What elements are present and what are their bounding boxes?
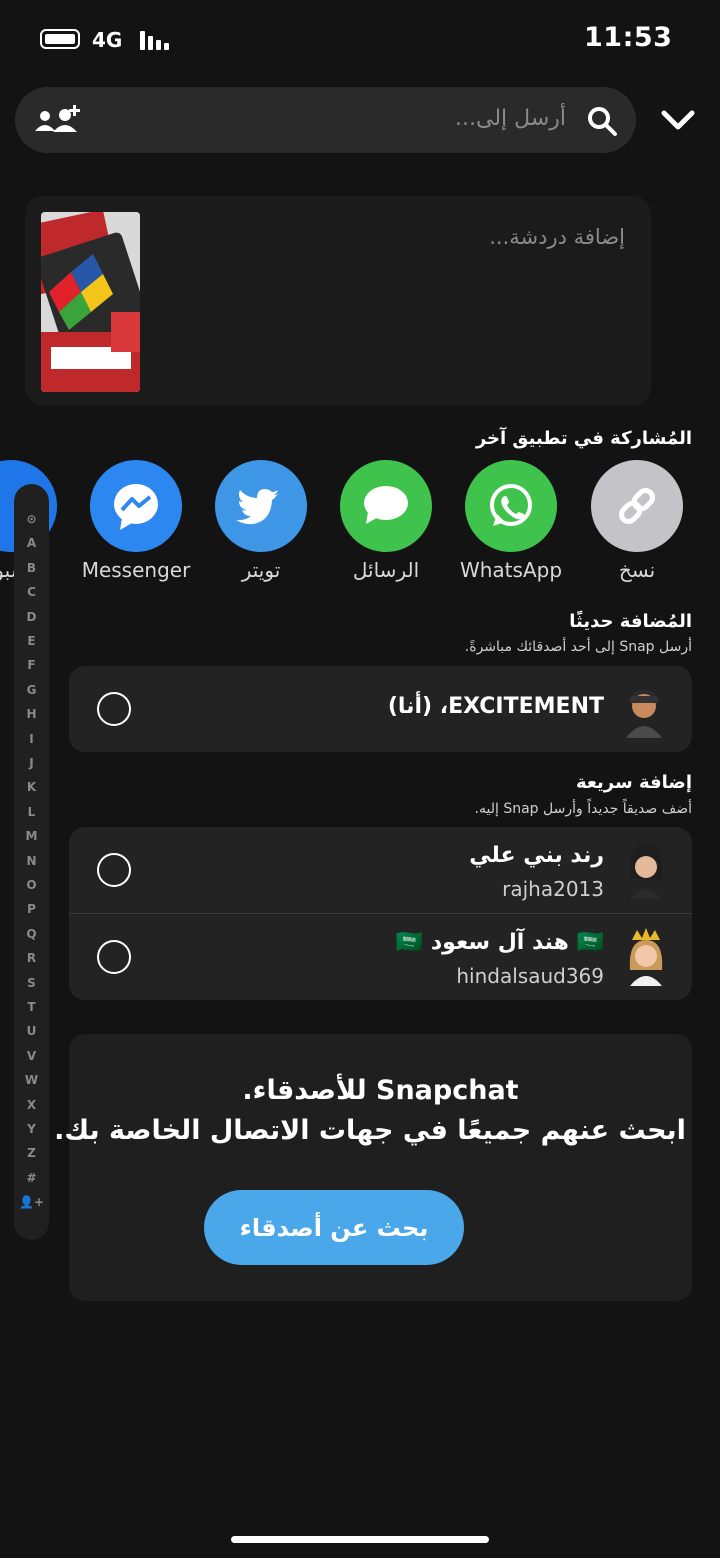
- share-messages[interactable]: الرسائل: [340, 460, 456, 582]
- share-messenger-label: Messenger: [81, 558, 191, 582]
- alphabet-index-letter[interactable]: W: [14, 1073, 49, 1087]
- alphabet-index-letter[interactable]: I: [14, 732, 49, 746]
- list-item[interactable]: 🇸🇦 هند آل سعود 🇸🇦 hindalsaud369: [69, 914, 692, 1000]
- snap-thumbnail[interactable]: [41, 212, 140, 392]
- quick-add-card: رند بني علي rajha2013 🇸🇦 هند آل سعود 🇸🇦 …: [69, 827, 692, 1000]
- share-whatsapp-label: WhatsApp: [459, 558, 563, 582]
- alphabet-index-letter[interactable]: R: [14, 951, 49, 965]
- alphabet-index-letter[interactable]: S: [14, 976, 49, 990]
- share-twitter[interactable]: تويتر: [215, 460, 331, 582]
- bitmoji-avatar: [629, 843, 663, 899]
- alphabet-index-letter[interactable]: G: [14, 683, 49, 697]
- alphabet-index-letter[interactable]: D: [14, 610, 49, 624]
- friend-name: رند بني علي: [469, 843, 604, 868]
- alphabet-index-letter[interactable]: E: [14, 634, 49, 648]
- alphabet-index-letter[interactable]: ⊙: [14, 512, 49, 526]
- friend-username: hindalsaud369: [456, 964, 604, 988]
- share-messages-label: الرسائل: [352, 558, 420, 582]
- alphabet-index-letter[interactable]: O: [14, 878, 49, 892]
- home-indicator[interactable]: [231, 1536, 489, 1543]
- alphabet-index-letter[interactable]: K: [14, 780, 49, 794]
- friend-name: EXCITEMENT، (أنا): [387, 694, 604, 719]
- share-whatsapp[interactable]: WhatsApp: [460, 460, 581, 582]
- list-item[interactable]: رند بني علي rajha2013: [69, 827, 692, 913]
- find-friends-line1: Snapchat للأصدقاء.: [242, 1075, 519, 1106]
- alphabet-index-letter[interactable]: J: [14, 756, 49, 770]
- search-input[interactable]: أرسل إلى...: [455, 106, 566, 131]
- alphabet-index-letter[interactable]: L: [14, 805, 49, 819]
- share-title: المُشاركة في تطبيق آخر: [475, 428, 692, 449]
- messages-icon: [340, 460, 432, 552]
- alphabet-index-letter[interactable]: M: [14, 829, 49, 843]
- search-bar[interactable]: أرسل إلى...: [15, 87, 636, 153]
- bitmoji-avatar: [629, 928, 663, 986]
- alphabet-index-letter[interactable]: F: [14, 658, 49, 672]
- find-friends-button[interactable]: بحث عن أصدقاء: [204, 1190, 464, 1265]
- alphabet-index-letter[interactable]: P: [14, 902, 49, 916]
- network-type: 4G: [92, 28, 123, 52]
- alphabet-index-letter[interactable]: U: [14, 1024, 49, 1038]
- share-twitter-label: تويتر: [241, 558, 281, 582]
- alphabet-index-letter[interactable]: H: [14, 707, 49, 721]
- chevron-down-icon[interactable]: [658, 100, 698, 140]
- alphabet-index-letter[interactable]: V: [14, 1049, 49, 1063]
- alphabet-index-letter[interactable]: A: [14, 536, 49, 550]
- alphabet-index-letter[interactable]: T: [14, 1000, 49, 1014]
- link-icon: [591, 460, 683, 552]
- recently-added-title: المُضافة حديثًا: [569, 611, 692, 632]
- quick-add-title: إضافة سريعة: [575, 772, 692, 793]
- messenger-icon: [90, 460, 182, 552]
- select-radio[interactable]: [97, 940, 131, 974]
- select-radio[interactable]: [97, 692, 131, 726]
- alphabet-index-letter[interactable]: Z: [14, 1146, 49, 1160]
- signal-icon: [140, 31, 170, 50]
- alphabet-index-letter[interactable]: N: [14, 854, 49, 868]
- alphabet-index-letter[interactable]: C: [14, 585, 49, 599]
- recently-added-card: EXCITEMENT، (أنا): [69, 666, 692, 752]
- alphabet-index-letter[interactable]: 👤+: [14, 1195, 49, 1209]
- alphabet-index-letter[interactable]: X: [14, 1098, 49, 1112]
- whatsapp-icon: [465, 460, 557, 552]
- share-copy-label: نسخ: [618, 558, 656, 582]
- status-time: 11:53: [584, 22, 673, 53]
- chat-input[interactable]: إضافة دردشة...: [489, 225, 625, 249]
- alphabet-index-letter[interactable]: Q: [14, 927, 49, 941]
- find-friends-line2: ابحث عنهم جميعًا في جهات الاتصال الخاصة …: [54, 1115, 686, 1146]
- alphabet-index-letter[interactable]: #: [14, 1171, 49, 1185]
- battery-icon: [40, 29, 80, 49]
- recently-added-subtitle: أرسل Snap إلى أحد أصدقائك مباشرةً.: [464, 639, 692, 655]
- bitmoji-avatar: [626, 689, 662, 738]
- twitter-icon: [215, 460, 307, 552]
- quick-add-subtitle: أضف صديقاً جديداً وأرسل Snap إليه.: [474, 801, 692, 817]
- add-friends-icon[interactable]: [33, 101, 85, 139]
- share-copy[interactable]: نسخ: [591, 460, 707, 582]
- select-radio[interactable]: [97, 853, 131, 887]
- share-messenger[interactable]: Messenger: [82, 460, 206, 582]
- friend-username: rajha2013: [502, 877, 604, 901]
- alphabet-index-letter[interactable]: B: [14, 561, 49, 575]
- uno-card-image: [41, 212, 140, 392]
- search-icon: [588, 107, 617, 136]
- friend-name: 🇸🇦 هند آل سعود 🇸🇦: [395, 930, 604, 955]
